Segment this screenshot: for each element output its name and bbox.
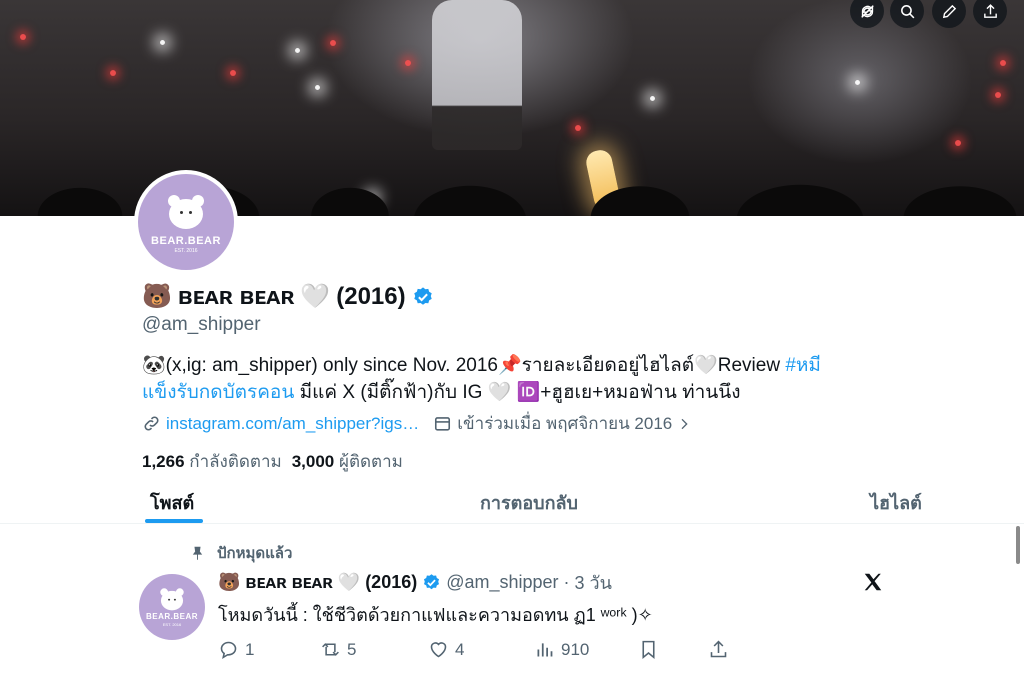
like-count: 4 (455, 639, 465, 659)
verified-badge-icon[interactable] (412, 286, 434, 308)
post-text: โหมดวันนี้ : ใช้ชีวิตด้วยกาแฟและความอดทน… (218, 605, 653, 625)
banner-light (295, 48, 300, 53)
banner-light (1000, 60, 1006, 66)
profile-tabs: โพสต์ การตอบกลับ ไฮไลต์ (0, 478, 1024, 524)
profile-bio: 🐼(x,ig: am_shipper) only since Nov. 2016… (142, 352, 882, 406)
post-separator: · (563, 572, 570, 592)
profile-display-name: 🐻 ʙᴇᴀʀ ʙᴇᴀʀ 🤍 (2016) (142, 282, 434, 311)
banner-performer (432, 0, 522, 150)
reply-icon (220, 641, 237, 659)
share-post-button[interactable] (708, 639, 729, 660)
avatar-logo-text: BEAR.BEAR (151, 234, 221, 247)
bookmark-icon (642, 640, 655, 660)
banner-light (855, 80, 860, 85)
bookmark-button[interactable] (638, 639, 659, 660)
post-actions: 1 5 4 910 (218, 639, 738, 663)
post-author-avatar[interactable]: BEAR.BEAR EST. 2016 (139, 574, 205, 640)
reply-count: 1 (245, 639, 255, 659)
profile-meta: instagram.com/am_shipper?igs… เข้าร่วมเม… (142, 410, 697, 437)
tab-posts[interactable]: โพสต์ (150, 488, 194, 517)
avatar-est-text: EST. 2016 (162, 621, 182, 627)
display-name-text: ʙᴇᴀʀ ʙᴇᴀʀ (177, 282, 295, 310)
edit-button[interactable] (932, 0, 966, 28)
display-name-heart: 🤍 (300, 283, 331, 310)
bear-logo-icon (161, 193, 211, 233)
tab-replies[interactable]: การตอบกลับ (480, 488, 578, 517)
heart-icon (430, 642, 447, 658)
profile-handle: @am_shipper (142, 314, 261, 335)
bear-logo-icon (156, 587, 189, 613)
bio-hashtag-link[interactable]: #หมี (785, 355, 821, 376)
share-icon (710, 640, 727, 658)
search-icon (900, 4, 914, 18)
reply-button[interactable]: 1 (218, 639, 254, 660)
views-chart-icon (537, 643, 553, 657)
bio-hashtag-link[interactable]: แข็งรับกดบัตรคอน (142, 382, 294, 403)
banner-light (405, 60, 411, 66)
like-button[interactable]: 4 (428, 639, 464, 660)
pinned-indicator: ปักหมุดแล้ว (190, 541, 292, 565)
post-author-name[interactable]: ʙᴇᴀʀ ʙᴇᴀʀ (245, 572, 332, 593)
x-logo-icon[interactable] (862, 571, 884, 593)
post-author-handle[interactable]: @am_shipper (446, 572, 558, 593)
followers-link[interactable]: 3,000 ผู้ติดตาม (292, 448, 403, 475)
post-header: 🐻 ʙᴇᴀʀ ʙᴇᴀʀ 🤍 (2016) @am_shipper · 3 วัน (218, 568, 612, 597)
link-icon (144, 416, 159, 431)
follow-stats: 1,266 กำลังติดตาม 3,000 ผู้ติดตาม (142, 448, 403, 475)
banner-light (230, 70, 236, 76)
views-button[interactable]: 910 (534, 639, 589, 660)
post-author-heart: 🤍 (337, 572, 361, 592)
followers-count: 3,000 (291, 452, 335, 471)
repost-button[interactable]: 5 (320, 639, 356, 660)
search-button[interactable] (890, 0, 924, 28)
repost-count: 5 (347, 639, 357, 659)
post-timestamp[interactable]: 3 วัน (575, 568, 612, 597)
active-tab-indicator (145, 519, 203, 523)
following-label: กำลังติดตาม (189, 452, 282, 471)
profile-joined-date: เข้าร่วมเมื่อ พฤศจิกายน 2016 (457, 414, 673, 433)
avatar-est-text: EST. 2016 (174, 247, 198, 254)
banner-light (20, 34, 26, 40)
chevron-right-icon[interactable] (676, 416, 692, 432)
repost-icon (322, 643, 339, 656)
profile-website-link[interactable]: instagram.com/am_shipper?igs… (166, 414, 419, 434)
following-link[interactable]: 1,266 กำลังติดตาม (142, 448, 282, 475)
tab-highlights[interactable]: ไฮไลต์ (870, 488, 922, 517)
bio-text: 🐼(x,ig: am_shipper) only since Nov. 2016… (142, 355, 786, 376)
pinned-label: ปักหมุดแล้ว (217, 545, 293, 562)
banner-light (160, 40, 165, 45)
display-name-emoji: 🐻 (142, 283, 172, 310)
refresh-button[interactable] (850, 0, 884, 28)
edit-icon (942, 4, 956, 18)
share-button[interactable] (973, 0, 1007, 28)
refresh-icon (860, 4, 874, 18)
views-count: 910 (561, 639, 590, 659)
following-count: 1,266 (142, 452, 185, 471)
profile-avatar[interactable]: BEAR.BEAR EST. 2016 (134, 170, 238, 274)
scrollbar[interactable] (1016, 526, 1020, 564)
bio-text: มีแค่ X (มีติ๊กฟ้า)กับ IG 🤍 🆔+ฮูฮเย+หมอฟ… (294, 382, 741, 403)
share-icon (983, 3, 997, 18)
banner-light (575, 125, 581, 131)
avatar-image: BEAR.BEAR EST. 2016 (138, 174, 234, 270)
followers-label: ผู้ติดตาม (339, 452, 403, 471)
banner-light (110, 70, 116, 76)
post-author-emoji: 🐻 (218, 572, 241, 592)
pin-icon (192, 546, 203, 560)
calendar-icon (435, 417, 451, 431)
banner-light (995, 92, 1001, 98)
display-name-year: (2016) (336, 282, 406, 310)
verified-badge-icon[interactable] (422, 573, 441, 592)
banner-light (315, 85, 320, 90)
banner-light (330, 40, 336, 46)
post-author-year: (2016) (365, 572, 418, 592)
banner-light (650, 96, 655, 101)
